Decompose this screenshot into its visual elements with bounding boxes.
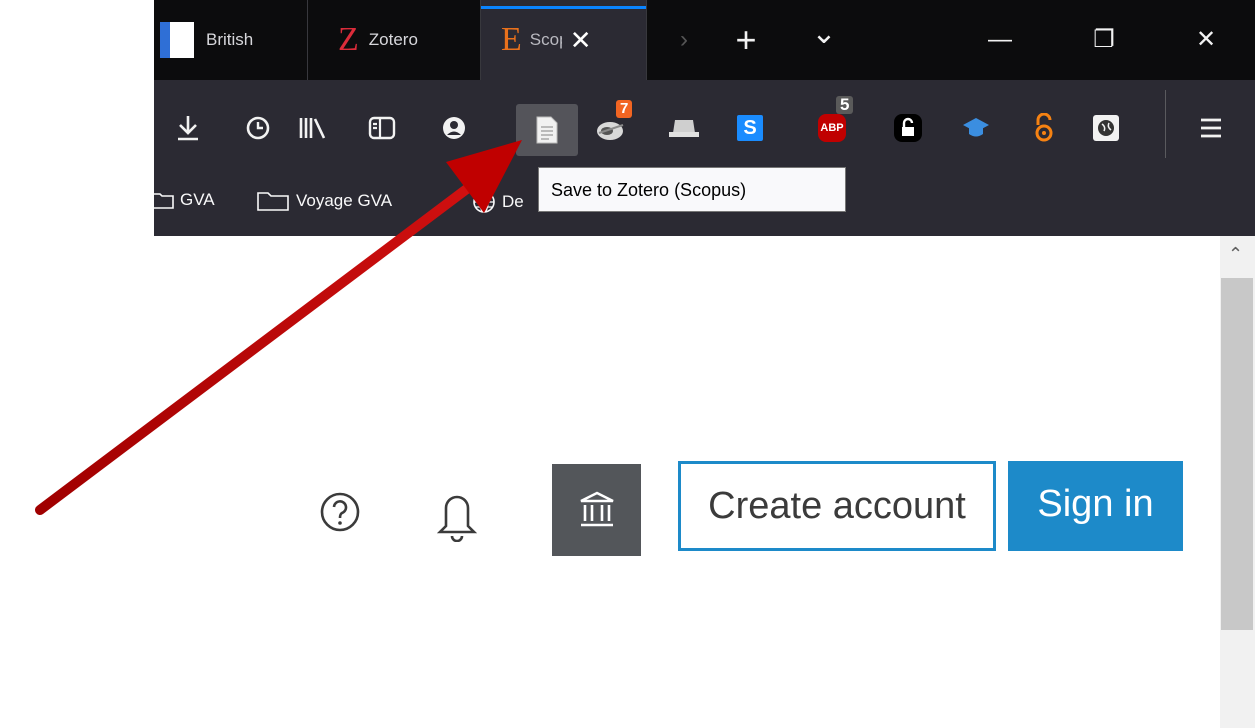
zotero-icon: Z [338,21,359,58]
tab-british[interactable]: British [154,0,308,80]
extension-sloth-icon[interactable]: 7 [592,100,633,148]
save-to-zotero-tooltip: Save to Zotero (Scopus) [538,167,846,212]
tab-label: British [206,30,254,49]
bookmark-gva[interactable]: GVA [154,190,215,210]
tab-zotero[interactable]: Z Zotero [308,0,481,80]
institution-icon [579,491,614,527]
close-window-icon[interactable]: ✕ [1186,22,1226,58]
globe-icon [473,191,495,213]
document-icon [536,116,558,144]
globe-extension-icon[interactable] [1086,108,1126,148]
downloads-icon[interactable] [168,108,208,148]
hat-icon[interactable] [664,108,704,148]
s-extension-icon[interactable]: S [730,108,770,148]
account-icon[interactable] [434,108,474,148]
toolbar-divider [1165,90,1166,158]
minimize-icon[interactable]: — [980,22,1020,58]
menu-icon[interactable] [1191,108,1231,148]
notifications-bell-icon[interactable] [432,486,482,547]
adblock-plus-icon[interactable]: ABP 5 [812,96,854,148]
british-library-icon [160,22,194,58]
save-to-zotero-button[interactable] [516,104,578,156]
folder-icon [257,192,289,211]
bookmark-de[interactable]: De [472,190,524,214]
create-account-button[interactable]: Create account [678,461,996,551]
tab-scopus[interactable]: E Scopus ✕ [481,0,647,80]
scrollbar-thumb[interactable] [1221,278,1253,630]
scroll-tabs-icon[interactable]: › [664,22,704,58]
folder-icon [154,193,174,209]
extension-badge: 7 [616,100,633,118]
tab-bar: British Z Zotero E Scopus ✕ › + ⌄ — ❐ ✕ [154,0,1255,80]
open-access-icon[interactable] [1024,108,1064,148]
institution-button[interactable] [552,464,641,556]
sign-in-button[interactable]: Sign in [1008,461,1183,551]
bookmark-voyage-gva[interactable]: Voyage GVA [256,190,392,212]
tab-label: Zotero [368,30,418,49]
close-tab-icon[interactable]: ✕ [570,25,592,56]
new-tab-icon[interactable]: + [726,22,766,58]
nav-toolbar: 7 S ABP 5 [154,86,1255,162]
library-icon[interactable] [292,108,332,148]
help-icon[interactable] [318,490,362,539]
graduation-cap-icon[interactable] [956,108,996,148]
tab-label: Scopus [529,30,562,49]
elsevier-icon: E [501,21,522,58]
restore-icon[interactable]: ❐ [1084,22,1124,58]
list-all-tabs-icon[interactable]: ⌄ [804,16,844,52]
scroll-up-icon[interactable]: ⌃ [1228,244,1243,265]
sidebar-icon[interactable] [362,108,402,148]
unlock-icon[interactable] [888,108,928,148]
history-icon[interactable] [238,108,278,148]
abp-badge: 5 [836,96,854,114]
